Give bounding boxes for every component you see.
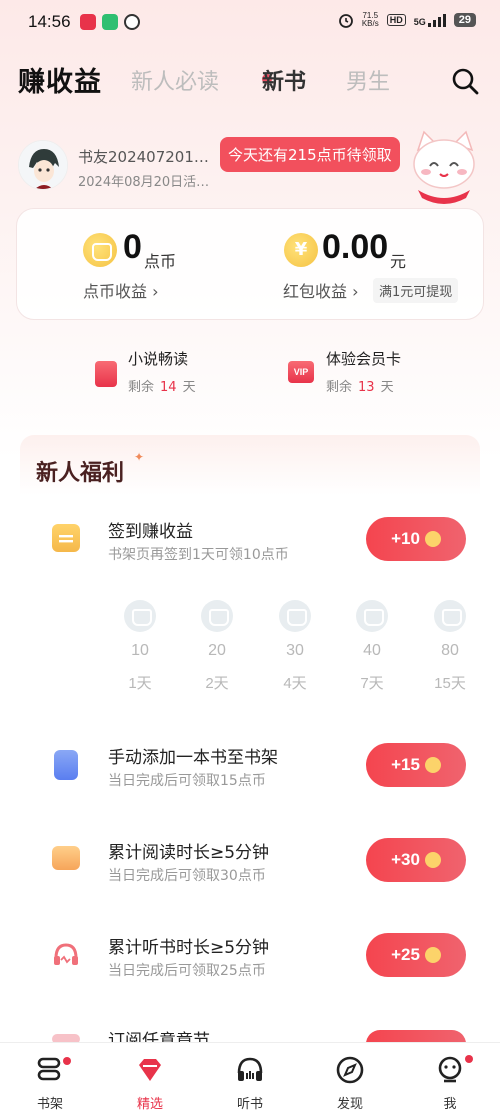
headphones-icon: [54, 943, 78, 965]
perk-title-vip-trial[interactable]: 体验会员卡: [326, 348, 401, 369]
bookshelf-icon: [37, 1057, 61, 1081]
coins-unit: 点币: [144, 252, 177, 271]
book-icon: [95, 361, 117, 387]
signal-strength: 5G: [414, 13, 446, 27]
red-packet-earnings-link[interactable]: 红包收益 ›: [283, 278, 359, 302]
notification-dot: [465, 1055, 473, 1063]
nav-bookshelf[interactable]: 书架: [10, 1043, 90, 1111]
cash-unit: 元: [390, 252, 407, 271]
listen-time-reward-button[interactable]: +25: [366, 933, 466, 977]
perk-title-unlimited-reading[interactable]: 小说畅读: [128, 348, 188, 369]
earnings-card: [16, 208, 484, 320]
signin-reward-button[interactable]: +10: [366, 517, 466, 561]
signin-day-7: 40 7天: [347, 600, 397, 693]
tab-newcomer-guide[interactable]: 新人必读: [131, 64, 219, 96]
task-title-listen-time: 累计听书时长≥5分钟: [108, 938, 270, 958]
search-icon[interactable]: [450, 66, 480, 96]
task-sub-listen-time: 当日完成后可领取25点币: [108, 963, 266, 979]
red-packet-icon: ¥: [284, 233, 318, 267]
task-title-add-shelf: 手动添加一本书至书架: [108, 748, 278, 768]
compass-icon: [336, 1056, 364, 1084]
coin-icon: [124, 600, 156, 632]
alarm-icon: [338, 14, 353, 28]
task-sub-read-time: 当日完成后可领取30点币: [108, 868, 266, 884]
perk-remaining-vip: 剩余 13 天: [326, 380, 394, 395]
open-book-icon: [52, 846, 80, 870]
status-time: 14:56: [28, 12, 71, 31]
avatar[interactable]: [18, 140, 68, 190]
app-notification-icon: [80, 14, 96, 30]
nav-me[interactable]: 我: [410, 1043, 490, 1111]
tab-new-books[interactable]: 新书: [262, 64, 306, 96]
wechat-icon: [102, 14, 118, 30]
battery-icon: 29: [453, 13, 476, 27]
task-title-read-time: 累计阅读时长≥5分钟: [108, 843, 270, 863]
nav-audiobooks[interactable]: 听书: [210, 1043, 290, 1111]
coin-icon: [424, 852, 441, 868]
coin-icon: [424, 531, 441, 547]
status-bar: 14:56 71.5 KB/s HD 5G 29: [0, 0, 500, 44]
cash-balance: 0.00: [322, 228, 389, 266]
avatar-image: [19, 141, 67, 189]
coin-icon: [434, 600, 466, 632]
signin-day-15: 80 15天: [425, 600, 475, 693]
signin-day-4: 30 4天: [270, 600, 320, 693]
nav-discover[interactable]: 发现: [310, 1043, 390, 1111]
status-app-icons: [80, 14, 140, 30]
tab-earn[interactable]: 赚收益: [18, 60, 102, 99]
headphones-icon: [237, 1057, 263, 1081]
coin-icon: [83, 233, 117, 267]
coin-icon: [424, 757, 441, 773]
claim-reminder-bubble[interactable]: 今天还有215点币待领取: [220, 137, 400, 172]
coins-earnings-link[interactable]: 点币收益 ›: [83, 278, 159, 302]
signin-day-2: 20 2天: [192, 600, 242, 693]
task-sub-signin: 书架页再签到1天可领10点币: [108, 547, 289, 563]
status-indicators: 71.5 KB/s HD 5G 29: [338, 12, 476, 28]
bottom-navigation: 书架 精选 听书 发现 我: [0, 1042, 500, 1111]
section-title: 新人福利: [36, 461, 125, 486]
user-active-date: 2024年08月20日活…: [78, 175, 210, 190]
net-speed: 71.5 KB/s: [361, 11, 379, 28]
tab-male[interactable]: 男生: [346, 64, 390, 96]
sparkle-icon: ✦: [134, 450, 145, 464]
perk-remaining-reading: 剩余 14 天: [128, 380, 196, 395]
profile-icon: [438, 1056, 462, 1083]
vip-icon: VIP: [288, 361, 314, 383]
read-time-reward-button[interactable]: +30: [366, 838, 466, 882]
user-name: 书友202407201…: [78, 148, 209, 166]
add-shelf-reward-button[interactable]: +15: [366, 743, 466, 787]
signin-day-1: 10 1天: [115, 600, 165, 693]
coin-icon: [356, 600, 388, 632]
sync-icon: [124, 14, 140, 30]
coin-icon: [279, 600, 311, 632]
book-add-icon: [54, 750, 78, 780]
hd-badge: HD: [386, 14, 406, 26]
nav-featured[interactable]: 精选: [110, 1043, 190, 1111]
calendar-icon: [52, 524, 80, 552]
gem-icon: [139, 1059, 161, 1081]
coin-icon: [201, 600, 233, 632]
task-sub-add-shelf: 当日完成后可领取15点币: [108, 773, 266, 789]
task-title-signin: 签到赚收益: [108, 522, 193, 542]
cat-mascot-icon: [413, 130, 475, 204]
coins-balance: 0: [123, 228, 142, 266]
coin-icon: [424, 947, 441, 963]
notification-dot: [63, 1057, 71, 1065]
top-tabs: 赚收益 新人必读 新书 男生: [0, 56, 500, 106]
withdraw-threshold-chip: 满1元可提现: [373, 278, 459, 303]
